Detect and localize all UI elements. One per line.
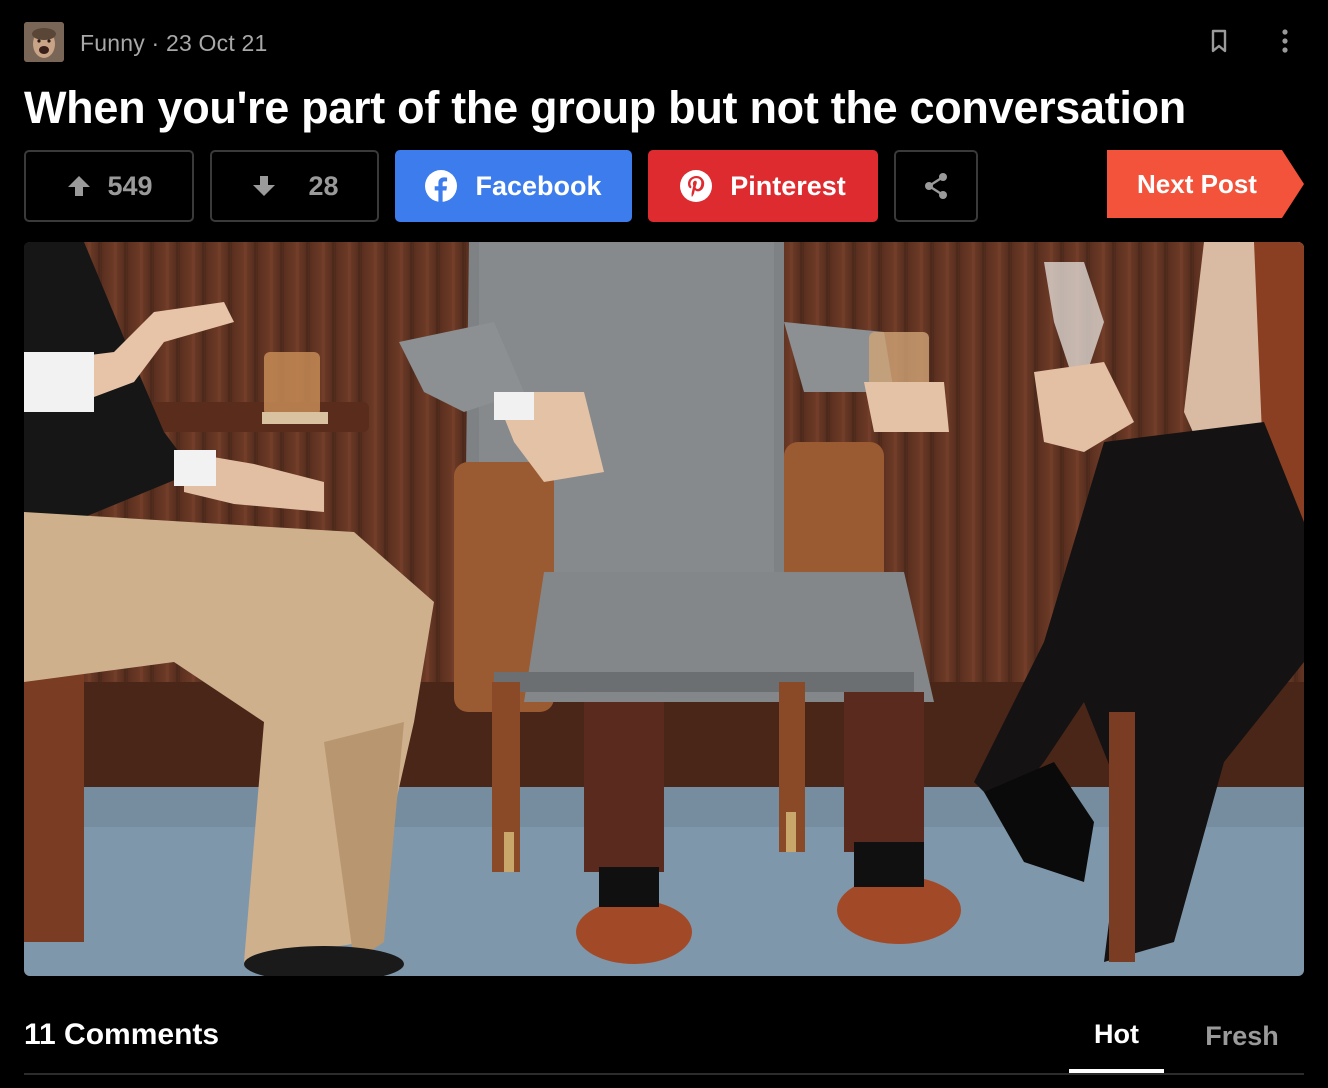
pinterest-label: Pinterest xyxy=(730,170,846,201)
upvote-button[interactable]: 549 xyxy=(24,150,194,222)
meta-text: Funny · 23 Oct 21 xyxy=(80,30,268,57)
facebook-label: Facebook xyxy=(475,170,602,201)
comments-divider xyxy=(24,1073,1304,1075)
arrow-up-icon xyxy=(68,176,91,196)
downvote-button[interactable]: 28 xyxy=(210,150,379,222)
facebook-share-button[interactable]: Facebook xyxy=(395,150,632,222)
more-vertical-icon[interactable] xyxy=(1270,26,1300,56)
downvote-count: 28 xyxy=(308,170,339,201)
next-post-label: Next Post xyxy=(1137,168,1257,199)
meta-separator: · xyxy=(151,30,160,56)
bookmark-icon[interactable] xyxy=(1204,26,1234,56)
post-meta: Funny · 23 Oct 21 xyxy=(24,22,1304,62)
comments-count: 11 Comments xyxy=(24,1018,220,1051)
arrow-down-icon xyxy=(253,176,276,196)
tab-hot[interactable]: Hot xyxy=(1069,1000,1164,1073)
section-link[interactable]: Funny xyxy=(80,30,145,56)
section-avatar[interactable] xyxy=(24,22,64,62)
post-actions: 549 28 Facebook Pinterest Next Post xyxy=(24,150,1304,222)
share-button[interactable] xyxy=(894,150,978,222)
post-image[interactable] xyxy=(24,242,1304,976)
comments-header: 11 Comments Hot Fresh xyxy=(24,1000,1304,1076)
share-icon xyxy=(925,173,947,199)
post-title: When you're part of the group but not th… xyxy=(24,82,1186,133)
post-date: 23 Oct 21 xyxy=(165,30,268,56)
post-photo xyxy=(24,242,1304,976)
facebook-icon xyxy=(425,170,458,202)
pinterest-icon xyxy=(680,170,713,202)
upvote-count: 549 xyxy=(107,170,153,201)
tab-fresh[interactable]: Fresh xyxy=(1192,1000,1292,1073)
pinterest-share-button[interactable]: Pinterest xyxy=(648,150,878,222)
next-post-button[interactable]: Next Post xyxy=(1107,150,1304,218)
